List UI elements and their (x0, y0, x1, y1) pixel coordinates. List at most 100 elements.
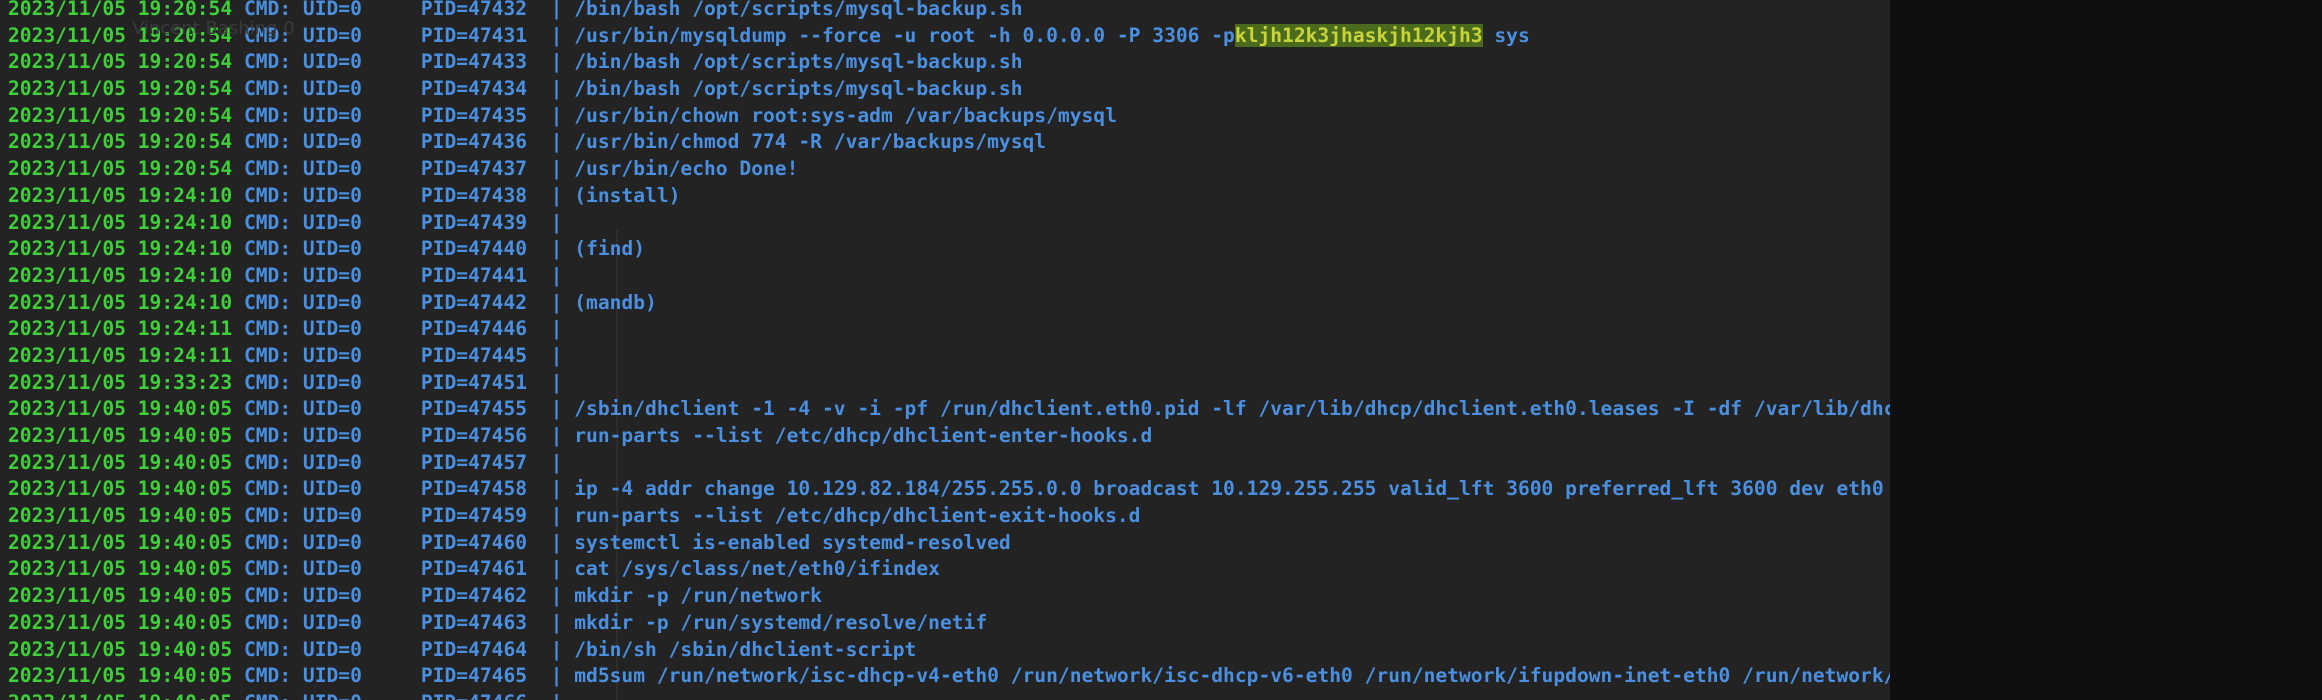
command-text: /bin/sh /sbin/dhclient-script (574, 637, 917, 661)
separator: | (550, 103, 563, 127)
command-text: /usr/bin/chmod 774 -R /var/backups/mysql (574, 130, 1047, 154)
separator: | (550, 557, 563, 581)
cmd-label: CMD: (243, 157, 292, 181)
separator: | (550, 210, 563, 234)
cmd-label: CMD: (243, 637, 292, 661)
pid-value: PID=47436 (420, 130, 528, 154)
separator: | (550, 0, 563, 20)
pid-value: PID=47431 (420, 23, 528, 47)
uid-value: UID=0 (302, 103, 362, 127)
log-line: 2023/11/05 19:20:54 CMD: UID=0 PID=47435… (8, 103, 2226, 130)
cmd-label: CMD: (243, 237, 292, 261)
log-line: 2023/11/05 19:40:05 CMD: UID=0 PID=47464… (8, 637, 2226, 664)
log-line: 2023/11/05 19:40:05 CMD: UID=0 PID=47466… (8, 690, 2226, 700)
cmd-label: CMD: (243, 450, 292, 474)
timestamp: 2023/11/05 19:20:54 (8, 77, 233, 101)
cmd-label: CMD: (243, 557, 292, 581)
cmd-label: CMD: (243, 343, 292, 367)
uid-value: UID=0 (302, 50, 362, 74)
separator: | (550, 610, 563, 634)
command-text-suffix: sys (1482, 23, 1530, 47)
cmd-label: CMD: (243, 664, 292, 688)
uid-value: UID=0 (302, 157, 362, 181)
timestamp: 2023/11/05 19:40:05 (8, 477, 233, 501)
cmd-label: CMD: (243, 263, 292, 287)
cmd-label: CMD: (243, 584, 292, 608)
timestamp: 2023/11/05 19:40:05 (8, 664, 233, 688)
uid-value: UID=0 (302, 23, 362, 47)
pid-value: PID=47461 (420, 557, 528, 581)
separator: | (550, 637, 563, 661)
cmd-label: CMD: (243, 77, 292, 101)
separator: | (550, 290, 563, 314)
log-line: 2023/11/05 19:40:05 CMD: UID=0 PID=47461… (8, 556, 2226, 583)
command-text: (find) (574, 237, 646, 261)
log-line: 2023/11/05 19:33:23 CMD: UID=0 PID=47451… (8, 370, 2226, 397)
pid-value: PID=47456 (420, 424, 528, 447)
pid-value: PID=47458 (420, 477, 528, 501)
uid-value: UID=0 (302, 424, 362, 447)
uid-value: UID=0 (302, 183, 362, 207)
uid-value: UID=0 (302, 664, 362, 688)
pid-value: PID=47437 (420, 157, 528, 181)
timestamp: 2023/11/05 19:40:05 (8, 397, 233, 421)
separator: | (550, 397, 563, 421)
separator: | (550, 157, 563, 181)
separator: | (550, 424, 563, 447)
command-text: /bin/bash /opt/scripts/mysql-backup.sh (574, 0, 1023, 20)
separator: | (550, 183, 563, 207)
highlighted-password: kljh12k3jhaskjh12kjh3 (1234, 23, 1483, 47)
command-text: md5sum /run/network/isc-dhcp-v4-eth0 /ru… (574, 664, 2120, 688)
log-line: 2023/11/05 19:20:54 CMD: UID=0 PID=47437… (8, 156, 2226, 183)
uid-value: UID=0 (302, 557, 362, 581)
cmd-label: CMD: (243, 477, 292, 501)
uid-value: UID=0 (302, 263, 362, 287)
log-line: 2023/11/05 19:40:05 CMD: UID=0 PID=47465… (8, 663, 2226, 690)
separator: | (550, 584, 563, 608)
log-line: 2023/11/05 19:40:05 CMD: UID=0 PID=47456… (8, 423, 2226, 450)
timestamp: 2023/11/05 19:20:54 (8, 50, 233, 74)
timestamp: 2023/11/05 19:24:11 (8, 317, 233, 341)
log-output: 2023/11/05 19:20:54 CMD: UID=0 PID=47432… (8, 0, 2226, 700)
log-line: 2023/11/05 19:20:54 CMD: UID=0 PID=47434… (8, 76, 2226, 103)
timestamp: 2023/11/05 19:40:05 (8, 557, 233, 581)
pid-value: PID=47459 (420, 504, 528, 528)
log-line: 2023/11/05 19:24:10 CMD: UID=0 PID=47438… (8, 183, 2226, 210)
separator: | (550, 504, 563, 528)
uid-value: UID=0 (303, 691, 362, 700)
separator: | (550, 263, 563, 287)
timestamp: 2023/11/05 19:40:05 (8, 691, 232, 700)
cmd-label: CMD: (243, 50, 292, 74)
timestamp: 2023/11/05 19:40:05 (8, 450, 233, 474)
uid-value: UID=0 (302, 317, 362, 341)
log-line: 2023/11/05 19:24:10 CMD: UID=0 PID=47442… (8, 290, 2226, 317)
timestamp: 2023/11/05 19:20:54 (8, 130, 233, 154)
separator: | (550, 664, 563, 688)
uid-value: UID=0 (302, 530, 362, 554)
log-line: 2023/11/05 19:40:05 CMD: UID=0 PID=47458… (8, 476, 2226, 503)
pid-value: PID=47463 (420, 610, 528, 634)
pid-value: PID=47435 (420, 103, 528, 127)
separator: | (550, 370, 563, 394)
pid-value: PID=47464 (420, 637, 528, 661)
command-text: mkdir -p /run/systemd/resolve/netif (574, 610, 988, 634)
log-line: 2023/11/05 19:40:05 CMD: UID=0 PID=47460… (8, 530, 2226, 557)
cmd-label: CMD: (243, 130, 292, 154)
command-text: /bin/bash /opt/scripts/mysql-backup.sh (574, 50, 1023, 74)
pid-value: PID=47460 (420, 530, 528, 554)
uid-value: UID=0 (302, 637, 362, 661)
separator: | (550, 23, 563, 47)
command-text: /usr/bin/mysqldump --force -u root -h 0.… (574, 23, 1235, 47)
cmd-label: CMD: (243, 370, 292, 394)
command-text: /usr/bin/echo Done! (574, 157, 799, 181)
pid-value: PID=47465 (420, 664, 528, 688)
uid-value: UID=0 (302, 290, 362, 314)
pid-value: PID=47438 (420, 183, 528, 207)
separator: | (550, 77, 563, 101)
uid-value: UID=0 (302, 450, 362, 474)
command-text: mkdir -p /run/network (574, 584, 822, 608)
separator: | (550, 530, 563, 554)
terminal-window[interactable]: 2023/11/05 19:20:54 CMD: UID=0 PID=47432… (0, 0, 2322, 700)
command-text: /bin/bash /opt/scripts/mysql-backup.sh (574, 77, 1023, 101)
separator: | (550, 317, 563, 341)
